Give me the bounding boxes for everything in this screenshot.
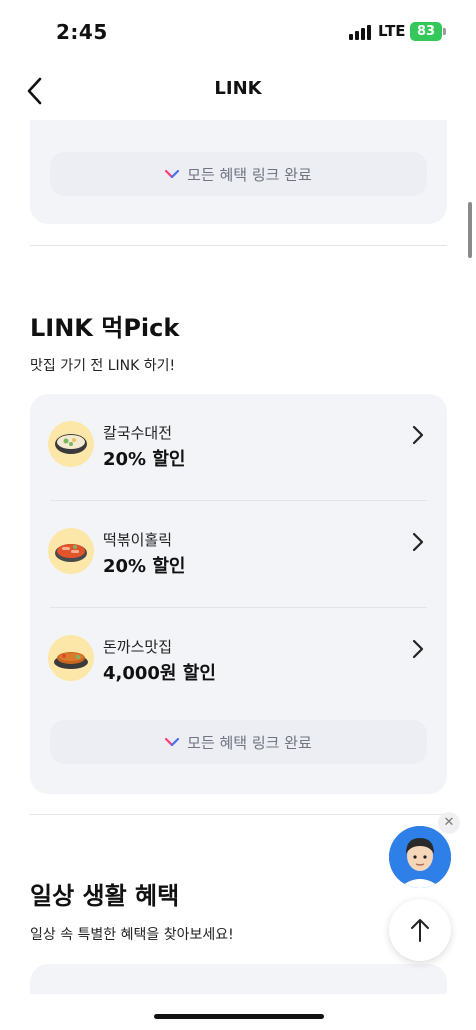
avatar-icon xyxy=(389,826,451,888)
close-icon[interactable]: ✕ xyxy=(438,812,460,834)
list-item[interactable]: 칼국수대전 20% 할인 xyxy=(30,394,447,501)
link-all-button[interactable]: 모든 혜택 링크 완료 xyxy=(50,152,427,196)
tonkatsu-icon xyxy=(48,635,94,681)
section-subtitle-pick: 맛집 가기 전 LINK 하기! xyxy=(30,358,176,374)
daily-card xyxy=(30,964,447,994)
section-title-pick: LINK 먹Pick xyxy=(30,314,180,342)
item-name: 칼국수대전 xyxy=(103,424,173,442)
item-name: 떡볶이홀릭 xyxy=(103,531,173,549)
item-name: 돈까스맛집 xyxy=(103,638,173,656)
link-all-button[interactable]: 모든 혜택 링크 완료 xyxy=(50,720,427,764)
scrollbar[interactable] xyxy=(468,202,472,258)
status-time: 2:45 xyxy=(56,20,108,44)
page-title: LINK xyxy=(214,78,262,99)
status-bar: 2:45 LTE 83 xyxy=(0,0,476,62)
section-divider xyxy=(30,245,447,246)
battery-icon: 83 xyxy=(410,22,442,41)
nav-bar: LINK xyxy=(0,62,476,120)
check-icon xyxy=(165,737,180,747)
tteokbokki-icon xyxy=(48,528,94,574)
section-divider xyxy=(30,814,447,815)
check-icon xyxy=(165,169,180,179)
item-discount: 20% 할인 xyxy=(103,556,186,577)
item-discount: 20% 할인 xyxy=(103,449,186,470)
section-subtitle-daily: 일상 속 특별한 혜택을 찾아보세요! xyxy=(30,927,234,943)
chevron-right-icon xyxy=(412,425,424,445)
chevron-right-icon xyxy=(412,532,424,552)
pick-card: 칼국수대전 20% 할인 떡볶이홀릭 20% 할인 돈까스맛집 4,000원 할… xyxy=(30,394,447,794)
scroll-top-button[interactable] xyxy=(389,899,451,961)
arrow-up-icon xyxy=(411,919,429,942)
list-item[interactable]: 떡볶이홀릭 20% 할인 xyxy=(30,501,447,608)
battery-cap xyxy=(443,28,446,35)
noodle-bowl-icon xyxy=(48,421,94,467)
section-title-daily: 일상 생활 혜택 xyxy=(30,882,180,910)
link-all-label: 모든 혜택 링크 완료 xyxy=(187,165,312,184)
benefit-card-top: 모든 혜택 링크 완료 xyxy=(30,120,447,224)
signal-icon xyxy=(349,24,373,40)
item-discount: 4,000원 할인 xyxy=(103,663,216,684)
link-all-label: 모든 혜택 링크 완료 xyxy=(187,733,312,752)
chevron-right-icon xyxy=(412,639,424,659)
list-item[interactable]: 돈까스맛집 4,000원 할인 xyxy=(30,608,447,715)
network-label: LTE xyxy=(378,22,406,40)
home-indicator[interactable] xyxy=(154,1014,324,1019)
chatbot-avatar-button[interactable] xyxy=(389,826,451,888)
